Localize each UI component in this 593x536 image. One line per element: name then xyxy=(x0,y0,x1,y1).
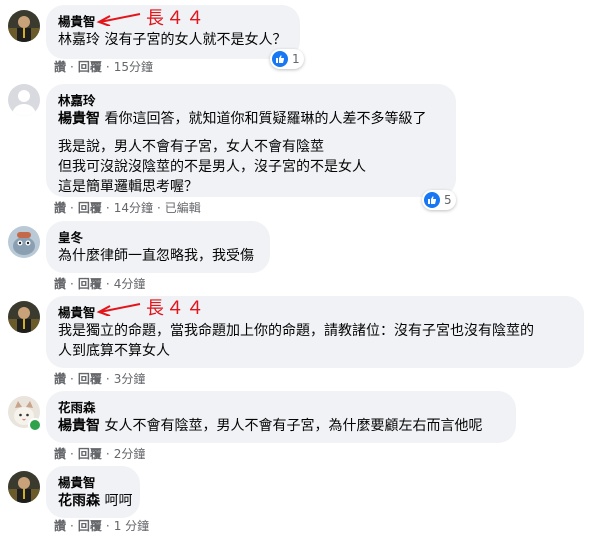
like-button[interactable]: 讚 xyxy=(54,277,66,291)
edited-label: 已編輯 xyxy=(164,201,201,215)
comment-text: 楊貴智 女人不會有陰莖，男人不會有子宮，為什麼要顧左右而言他呢 xyxy=(58,418,483,434)
comment-actions: 讚 · 回覆 · 3分鐘 xyxy=(54,372,146,386)
comment-actions: 讚 · 回覆 · 15分鐘 xyxy=(54,60,153,74)
comment-text: 我是獨立的命題，當我命題加上你的命題，請教諸位：沒有子宮也沒有陰莖的 xyxy=(58,323,534,339)
reply-button[interactable]: 回覆 xyxy=(78,447,102,461)
like-button[interactable]: 讚 xyxy=(54,519,66,533)
reply-button[interactable]: 回覆 xyxy=(78,372,102,386)
annotation-label: 長４４ xyxy=(146,8,206,29)
comment-bubble: 皇冬 為什麼律師一直忽略我，我受傷 xyxy=(46,221,270,273)
like-button[interactable]: 讚 xyxy=(54,60,66,74)
timestamp[interactable]: 1 分鐘 xyxy=(114,519,149,533)
comment-actions: 讚 · 回覆 · 4分鐘 xyxy=(54,277,146,291)
avatar[interactable] xyxy=(8,84,40,116)
comment-bubble: 花雨森 楊貴智 女人不會有陰莖，男人不會有子宮，為什麼要顧左右而言他呢 xyxy=(46,391,516,443)
timestamp[interactable]: 15分鐘 xyxy=(114,60,153,74)
like-icon xyxy=(424,192,440,208)
reply-button[interactable]: 回覆 xyxy=(78,60,102,74)
reaction-count[interactable]: 5 xyxy=(422,190,456,210)
timestamp[interactable]: 3分鐘 xyxy=(114,372,146,386)
avatar[interactable] xyxy=(8,10,40,42)
comment-text: 楊貴智 看你這回答，就知道你和質疑羅琳的人差不多等級了 xyxy=(58,111,427,127)
comment-text: 花雨森 呵呵 xyxy=(58,493,133,509)
comment-text: 為什麼律師一直忽略我，我受傷 xyxy=(58,248,254,264)
timestamp[interactable]: 14分鐘 xyxy=(114,201,153,215)
comment-text: 這是簡單邏輯思考喔？ xyxy=(58,179,198,195)
comment-actions: 讚 · 回覆 · 14分鐘 · 已編輯 xyxy=(54,201,201,215)
mention-link[interactable]: 楊貴智 xyxy=(58,418,100,434)
avatar[interactable] xyxy=(8,301,40,333)
comment-author[interactable]: 林嘉玲 xyxy=(58,92,444,109)
avatar[interactable] xyxy=(8,226,40,258)
comment-text: 人到底算不算女人 xyxy=(58,343,170,359)
timestamp[interactable]: 2分鐘 xyxy=(114,447,146,461)
comment-text: 林嘉玲 沒有子宮的女人就不是女人？ xyxy=(58,32,287,48)
comment-bubble: 楊貴智 花雨森 呵呵 xyxy=(46,466,140,518)
like-button[interactable]: 讚 xyxy=(54,372,66,386)
reply-button[interactable]: 回覆 xyxy=(78,201,102,215)
like-button[interactable]: 讚 xyxy=(54,447,66,461)
annotation-arrow-icon xyxy=(96,303,141,316)
reply-button[interactable]: 回覆 xyxy=(78,519,102,533)
avatar[interactable] xyxy=(8,471,40,503)
timestamp[interactable]: 4分鐘 xyxy=(114,277,146,291)
comment-text: 我是說，男人不會有子宮，女人不會有陰莖 xyxy=(58,139,324,155)
comment-author[interactable]: 楊貴智 xyxy=(58,474,128,491)
annotation-label: 長４４ xyxy=(146,298,206,319)
comment-text: 但我可沒說沒陰莖的不是男人，沒子宮的不是女人 xyxy=(58,159,366,175)
online-status-indicator xyxy=(28,418,42,432)
comment-actions: 讚 · 回覆 · 2分鐘 xyxy=(54,447,146,461)
reaction-number: 5 xyxy=(444,193,452,207)
like-icon xyxy=(272,51,288,67)
annotation-arrow-icon xyxy=(96,13,141,26)
reaction-number: 1 xyxy=(292,52,300,66)
reply-button[interactable]: 回覆 xyxy=(78,277,102,291)
mention-link[interactable]: 楊貴智 xyxy=(58,111,100,127)
comment-bubble: 林嘉玲 楊貴智 看你這回答，就知道你和質疑羅琳的人差不多等級了 我是說，男人不會… xyxy=(46,84,456,197)
mention-link[interactable]: 花雨森 xyxy=(58,493,100,509)
comment-author[interactable]: 花雨森 xyxy=(58,399,504,416)
comment-author[interactable]: 皇冬 xyxy=(58,229,258,246)
comment-actions: 讚 · 回覆 · 1 分鐘 xyxy=(54,519,150,533)
like-button[interactable]: 讚 xyxy=(54,201,66,215)
reaction-count[interactable]: 1 xyxy=(270,49,304,69)
